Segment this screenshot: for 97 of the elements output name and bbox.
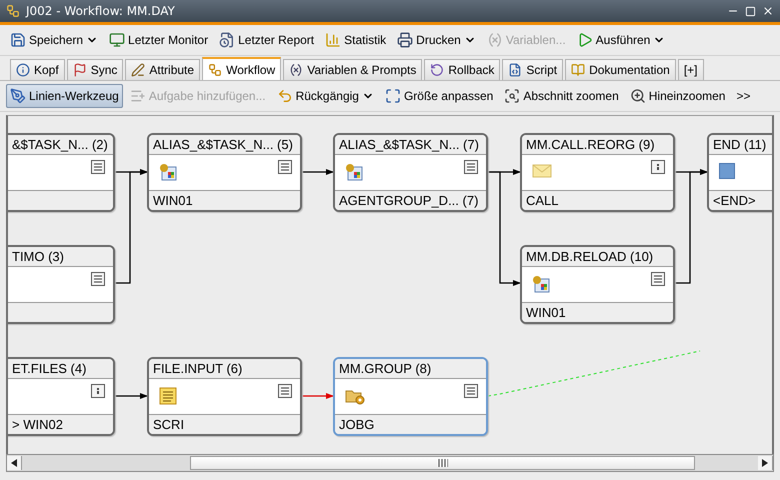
toolbar-button[interactable]: Ausführen bbox=[572, 28, 670, 52]
node-agent: <END> bbox=[709, 190, 772, 210]
zoomin-icon bbox=[630, 88, 646, 104]
menu-icon[interactable] bbox=[278, 384, 292, 398]
close-icon[interactable] bbox=[762, 5, 774, 17]
monitor-icon bbox=[109, 32, 126, 48]
workflow-node[interactable]: &$TASK_N... (2) bbox=[8, 133, 115, 212]
right-arrow-icon[interactable] bbox=[762, 459, 768, 467]
node-agent: WIN01 bbox=[149, 190, 300, 210]
script-icon bbox=[159, 387, 177, 405]
connector-arrow[interactable] bbox=[115, 169, 148, 284]
node-title: MM.DB.RELOAD (10) bbox=[522, 247, 673, 267]
workflow-icon bbox=[208, 62, 222, 76]
node-title: TIMO (3) bbox=[8, 247, 113, 267]
toolbar-button[interactable]: Linien-Werkzeug bbox=[6, 84, 123, 108]
windows-job-icon bbox=[159, 163, 177, 181]
node-title: FILE.INPUT (6) bbox=[149, 359, 300, 379]
workflow-icon bbox=[6, 4, 20, 18]
connector-arrow[interactable] bbox=[675, 169, 708, 284]
tab[interactable]: Dokumentation bbox=[565, 59, 676, 80]
node-agent: > WIN02 bbox=[8, 414, 113, 434]
tab[interactable]: Sync bbox=[66, 59, 124, 80]
node-title: MM.CALL.REORG (9) bbox=[522, 135, 673, 155]
zoomarea-icon bbox=[504, 88, 520, 104]
workflow-node[interactable]: TIMO (3) bbox=[8, 245, 115, 324]
script-icon bbox=[508, 63, 522, 77]
connector-arrow[interactable] bbox=[115, 393, 148, 399]
workflow-node[interactable]: MM.GROUP (8) JOBG bbox=[333, 357, 488, 436]
node-title: ET.FILES (4) bbox=[8, 359, 113, 379]
fit-icon bbox=[384, 88, 401, 104]
left-arrow-icon[interactable] bbox=[11, 459, 17, 467]
toolbar-button[interactable]: Abschnitt zoomen bbox=[500, 84, 623, 108]
info-icon bbox=[16, 63, 30, 77]
info-icon[interactable] bbox=[91, 384, 105, 398]
connector-arrow[interactable] bbox=[302, 169, 334, 175]
undo-icon bbox=[276, 88, 293, 104]
toolbar-button[interactable]: Rückgängig bbox=[272, 84, 378, 108]
tab[interactable]: Rollback bbox=[424, 59, 500, 80]
end-square-icon bbox=[719, 163, 735, 179]
tab[interactable]: Workflow bbox=[202, 57, 282, 80]
menu-icon[interactable] bbox=[91, 160, 105, 174]
toolbar-button[interactable]: Hineinzoomen bbox=[626, 84, 730, 108]
toolbar-button[interactable]: Letzter Report bbox=[215, 28, 318, 52]
pen-icon bbox=[131, 63, 146, 77]
undo-icon bbox=[430, 63, 444, 77]
connector-arrow[interactable] bbox=[488, 171, 521, 286]
menu-icon[interactable] bbox=[464, 384, 478, 398]
node-title: &$TASK_N... (2) bbox=[8, 135, 113, 155]
tab[interactable]: Attribute bbox=[125, 59, 200, 80]
toolbar-button[interactable]: Speichern bbox=[6, 28, 102, 52]
run-icon bbox=[576, 32, 593, 48]
menu-icon[interactable] bbox=[464, 160, 478, 174]
workflow-node[interactable]: FILE.INPUT (6) SCRI bbox=[147, 357, 302, 436]
workflow-node[interactable]: MM.DB.RELOAD (10) WIN01 bbox=[520, 245, 675, 324]
workflow-node[interactable]: ALIAS_&$TASK_N... (5) WIN01 bbox=[147, 133, 302, 212]
envelope-icon bbox=[532, 163, 552, 179]
tab[interactable]: Kopf bbox=[10, 59, 65, 80]
add-icon bbox=[130, 88, 146, 104]
toolbar-button[interactable]: Letzter Monitor bbox=[105, 28, 212, 52]
node-agent: AGENTGROUP_D... (7) bbox=[335, 190, 486, 210]
windows-job-icon bbox=[532, 275, 550, 293]
node-title: ALIAS_&$TASK_N... (5) bbox=[149, 135, 300, 155]
workflow-node[interactable]: END (11) <END> bbox=[707, 133, 772, 212]
node-agent: SCRI bbox=[149, 414, 300, 434]
scroll-thumb[interactable] bbox=[190, 456, 695, 470]
print-icon bbox=[397, 32, 414, 48]
workflow-node[interactable]: MM.CALL.REORG (9) CALL bbox=[520, 133, 675, 212]
variable-icon bbox=[289, 63, 304, 77]
flag-icon bbox=[72, 63, 87, 77]
node-title: MM.GROUP (8) bbox=[335, 359, 486, 379]
menu-icon[interactable] bbox=[91, 272, 105, 286]
variable-icon bbox=[486, 32, 503, 48]
node-title: END (11) bbox=[709, 135, 772, 155]
workflow-node[interactable]: ET.FILES (4) > WIN02 bbox=[8, 357, 115, 436]
toolbar-button[interactable]: Größe anpassen bbox=[380, 84, 498, 108]
horizontal-scrollbar[interactable] bbox=[6, 454, 774, 472]
node-agent: CALL bbox=[522, 190, 673, 210]
window-title: J002 - Workflow: MM.DAY bbox=[26, 4, 176, 18]
menu-icon[interactable] bbox=[278, 160, 292, 174]
tab[interactable]: Variablen & Prompts bbox=[283, 59, 422, 80]
tab[interactable]: [+] bbox=[678, 59, 704, 80]
chart-icon bbox=[325, 32, 342, 48]
menu-icon[interactable] bbox=[651, 272, 665, 286]
maximize-icon[interactable] bbox=[745, 6, 756, 16]
windows-job-icon bbox=[345, 163, 363, 181]
workflow-node[interactable]: ALIAS_&$TASK_N... (7) AGENTGROUP_D... (7) bbox=[333, 133, 488, 212]
node-title: ALIAS_&$TASK_N... (7) bbox=[335, 135, 486, 155]
toolbar-button[interactable]: >> bbox=[732, 84, 754, 108]
book-icon bbox=[571, 63, 586, 77]
save-icon bbox=[10, 32, 26, 48]
info-icon[interactable] bbox=[651, 160, 665, 174]
node-agent: JOBG bbox=[335, 414, 486, 434]
node-agent: WIN01 bbox=[522, 302, 673, 322]
tab[interactable]: Script bbox=[502, 59, 564, 80]
report-icon bbox=[219, 32, 236, 48]
toolbar-button[interactable]: Drucken bbox=[393, 28, 480, 52]
toolbar-button[interactable]: Statistik bbox=[321, 28, 390, 52]
